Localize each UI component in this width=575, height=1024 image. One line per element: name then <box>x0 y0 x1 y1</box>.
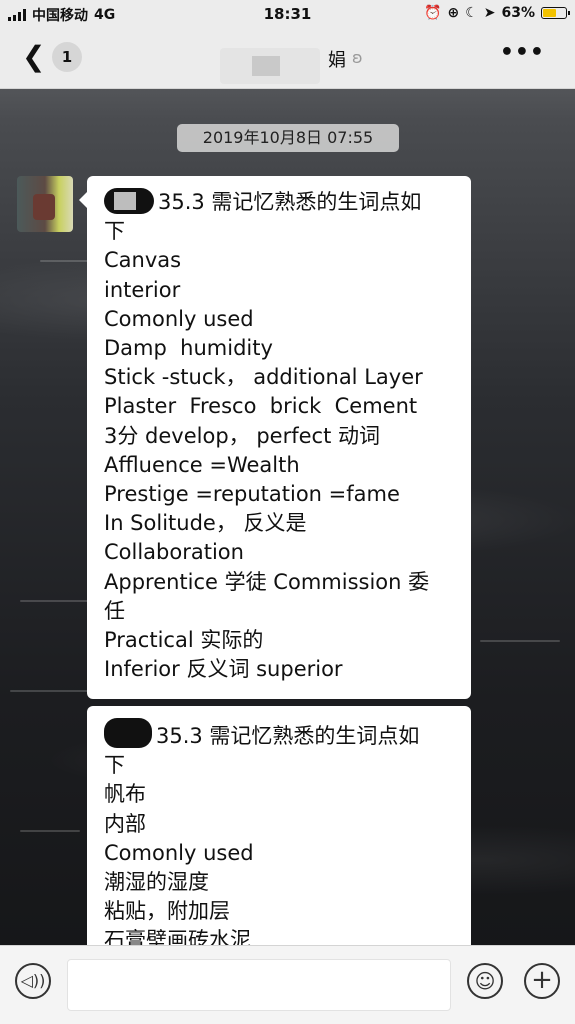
wave-highlight <box>480 640 560 642</box>
message-text: 35.3 需记忆熟悉的生词点如 <box>158 190 422 214</box>
message-line: Canvas <box>104 248 182 273</box>
battery-icon <box>541 7 570 19</box>
message-text: 35.3 需记忆熟悉的生词点如 <box>156 724 420 748</box>
message-line: interior <box>104 277 181 302</box>
redacted-name <box>220 48 320 84</box>
status-right: ⏰ ⊕ ☾ ➤ 63% <box>424 5 570 21</box>
message-timestamp: 2019年10月8日 07:55 <box>177 124 399 152</box>
message-line: 帆布 <box>104 782 146 807</box>
battery-fill <box>543 9 556 17</box>
message-line: Affluence =Wealth <box>104 452 300 477</box>
redacted-mention <box>104 188 154 214</box>
plus-icon[interactable]: + <box>524 963 560 999</box>
avatar[interactable] <box>17 176 73 232</box>
message-line: Inferior 反义词 superior <box>104 657 343 682</box>
wave-highlight <box>20 830 80 832</box>
message-line: Practical 实际的 <box>104 628 264 653</box>
message-line: In Solitude， 反义是 <box>104 511 307 536</box>
battery-percent: 63% <box>501 5 535 21</box>
input-bar: ◁)) ☺ + <box>0 945 575 1024</box>
message-line: Prestige =reputation =fame <box>104 482 400 507</box>
message-line: 潮湿的湿度 <box>104 870 209 895</box>
moon-icon: ☾ <box>465 5 478 21</box>
message-line: 下 <box>104 753 125 778</box>
message-input[interactable] <box>67 959 451 1011</box>
message-line: Comonly used <box>104 306 254 331</box>
nav-bar: ❮ 1 娟 ʚ ••• <box>0 28 575 89</box>
location-icon: ➤ <box>483 5 496 21</box>
chat-title: 娟 <box>328 50 346 71</box>
more-icon[interactable]: ••• <box>500 40 545 65</box>
message-line: Collaboration <box>104 540 244 565</box>
message-bubble[interactable]: 35.3 需记忆熟悉的生词点如 下 Canvas interior Comonl… <box>79 176 471 699</box>
message-line: Plaster Fresco brick Cement <box>104 394 418 419</box>
message-line: 3分 develop， perfect 动词 <box>104 423 380 448</box>
message-line: 下 <box>104 219 125 244</box>
message-line: 35.3 需记忆熟悉的生词点如 <box>104 718 457 751</box>
back-icon[interactable]: ❮ <box>22 42 45 72</box>
wave-highlight <box>10 690 90 692</box>
redacted-mention <box>104 718 152 748</box>
message-line: 35.3 需记忆熟悉的生词点如 <box>104 188 457 217</box>
message-line: Comonly used <box>104 840 254 865</box>
message-line: Damp humidity <box>104 336 273 361</box>
emoji-icon[interactable]: ☺ <box>467 963 503 999</box>
message-line: 内部 <box>104 811 146 836</box>
status-bar: 中国移动 4G 18:31 ⏰ ⊕ ☾ ➤ 63% <box>0 0 575 28</box>
message-line: Apprentice 学徒 Commission 委 <box>104 569 430 594</box>
voice-icon[interactable]: ◁)) <box>15 963 51 999</box>
alarm-icon: ⏰ <box>424 5 442 21</box>
lock-rotation-icon: ⊕ <box>447 5 460 21</box>
ear-icon: ʚ <box>352 48 363 67</box>
message-line: 任 <box>104 598 125 623</box>
message-line: 粘贴，附加层 <box>104 899 230 924</box>
unread-badge[interactable]: 1 <box>52 42 82 72</box>
message-line: Stick -stuck， additional Layer <box>104 365 423 390</box>
